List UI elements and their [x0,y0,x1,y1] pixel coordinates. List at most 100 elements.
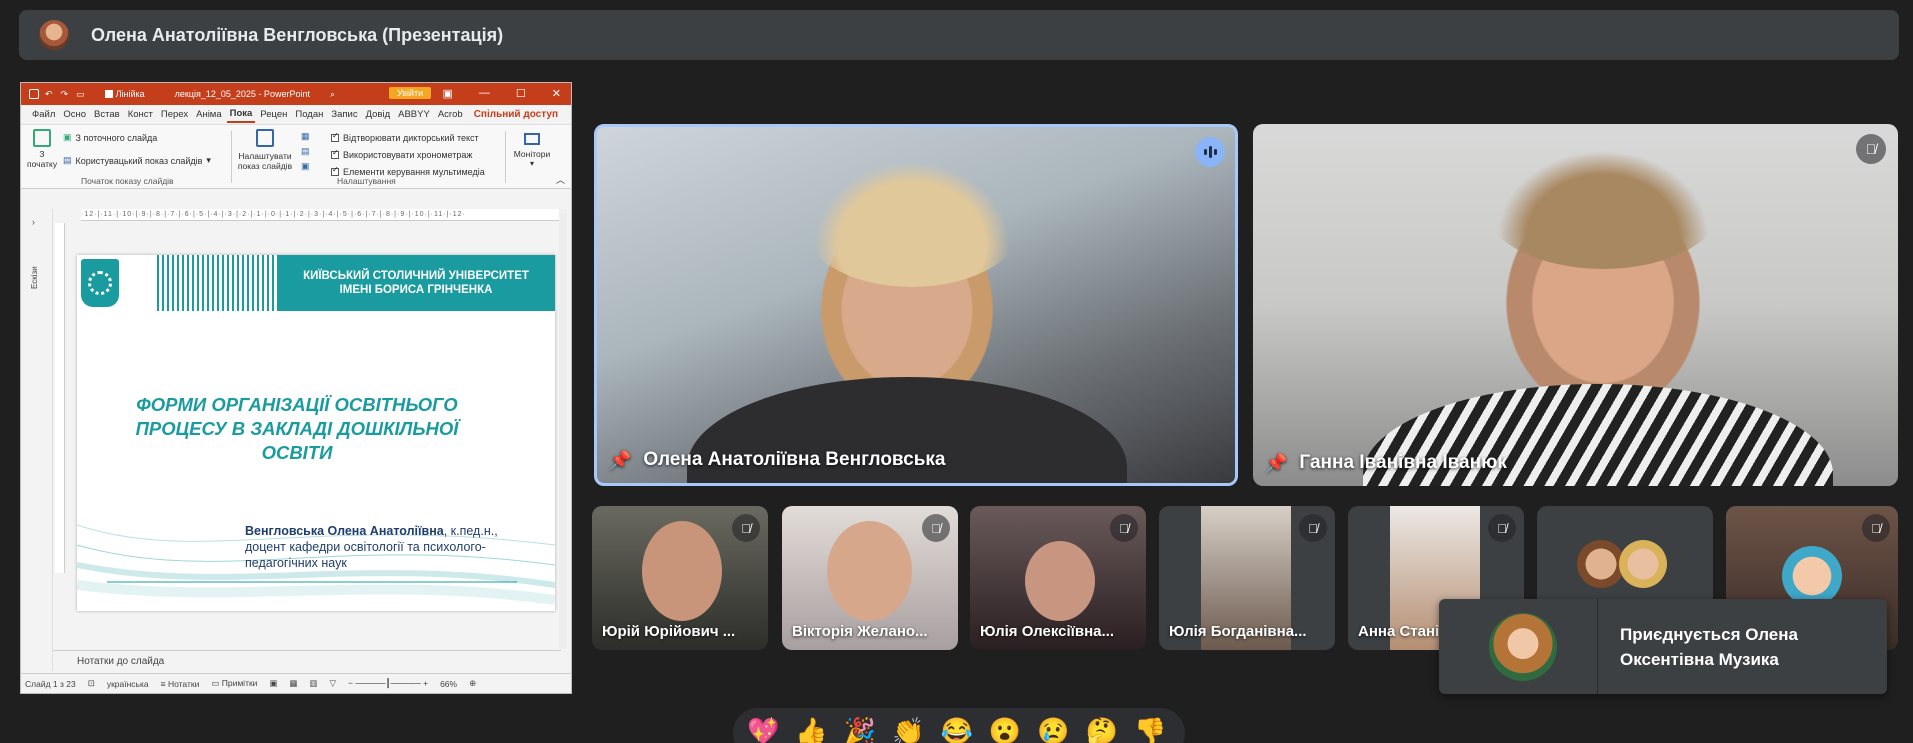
notes-button[interactable]: ≡ Нотатки [161,679,200,689]
save-icon[interactable] [29,89,39,99]
file-name: лекція_12_05_2025 - PowerPoint [174,89,310,99]
ribbon-tab[interactable]: Довід [363,107,394,122]
thumbnails-panel: › Ескізи [21,209,53,671]
setup-group-label: Налаштування [337,176,396,186]
ribbon-tab[interactable]: Запис [328,107,360,122]
ribbon-tab[interactable]: Аніма [193,107,225,122]
from-current-button[interactable]: ▣ З поточного слайда [63,129,211,146]
reactions-bar: 💖 👍 🎉 👏 😂 😮 😢 🤔 👎 [733,708,1185,743]
participant-video [1025,541,1095,621]
zoom-level[interactable]: 66% [440,679,457,689]
reaction-emoji-button[interactable]: 🤔 [1086,716,1118,743]
ribbon-tab[interactable]: Acrob [435,107,466,122]
hair-shape [1483,139,1723,269]
presentation-bar: Олена Анатоліївна Венгловська (Презентац… [19,10,1899,60]
reaction-emoji-button[interactable]: 😢 [1037,716,1069,743]
ribbon-tab[interactable]: Конст [125,107,156,122]
ribbon-display-icon[interactable]: ▣ [443,87,453,100]
custom-show-button[interactable]: ▤ Користувацький показ слайдів ▾ [63,152,211,169]
ribbon-tab[interactable]: Рецен [257,107,290,122]
participant-name: Юлія Богданівна... [1169,623,1307,640]
joining-participant-avatar [1489,612,1557,681]
collapse-ribbon-icon[interactable]: ︿ [556,173,565,186]
presentation-title: Олена Анатоліївна Венгловська (Презентац… [91,24,504,45]
ribbon-tab[interactable]: Осно [60,107,89,122]
monitors-button[interactable]: Монітори ▾ [509,129,555,168]
status-bar: Слайд 1 з 23 ⊡ українська ≡ Нотатки ▭ Пр… [21,673,571,693]
ppt-titlebar: ↶ ↷ ▭ Лінійка лекція_12_05_2025 - PowerP… [21,83,571,105]
horizontal-ruler: ·12·|·11·|·10·|·9·|·8·|·7·|·6·|·5·|·4·|·… [81,209,561,221]
slide-canvas[interactable]: КИЇВСЬКИЙ СТОЛИЧНИЙ УНІВЕРСИТЕТ ІМЕНІ БО… [77,255,555,611]
video-tile-small[interactable]: 🎙̸ Вікторія Желано... [782,506,958,650]
start-group-label: Початок показу слайдів [81,176,174,186]
video-tile-participant[interactable]: 🎙̸ 📌 Ганна Іванівна Іванюк [1253,124,1898,486]
reaction-emoji-button[interactable]: 🎉 [844,716,876,743]
avatar [1619,540,1667,588]
video-tile-main-speaker[interactable]: 📌 Олена Анатоліївна Венгловська [594,124,1238,486]
pin-icon[interactable]: 📌 [1265,453,1287,474]
avatar [1782,546,1842,606]
participant-name: Юлія Олексіївна... [980,623,1115,640]
redo-icon[interactable]: ↷ [61,89,69,100]
vertical-ruler [55,223,65,573]
language-status[interactable]: українська [107,679,149,689]
pin-icon[interactable]: 📌 [609,450,631,471]
slideshow-view-icon[interactable]: ▽ [330,678,337,689]
present-icon[interactable]: ▭ [76,89,85,100]
reaction-emoji-button[interactable]: 👎 [1134,716,1166,743]
normal-view-icon[interactable]: ▣ [269,678,277,689]
slide-number: Слайд 1 з 23 [25,678,76,689]
ribbon-tab[interactable]: Встав [91,107,123,122]
ribbon-tab[interactable]: Подан [292,107,326,122]
ribbon-tab[interactable]: ABBYY [395,107,433,122]
participant-name: 📌 Ганна Іванівна Іванюк [1265,452,1507,474]
mic-off-icon: 🎙̸ [922,514,950,542]
hide-slide-icons[interactable]: ▦ ▤ ▣ [301,129,321,174]
video-tile-small[interactable]: 🎙̸ Юлія Богданівна... [1159,506,1335,650]
university-logo [81,259,119,307]
narration-checkbox[interactable]: Відтворювати дикторський текст [331,129,485,146]
reading-view-icon[interactable]: ▥ [310,678,318,689]
sign-in-button[interactable]: Увійти [389,87,432,99]
search-icon[interactable]: ⌕ [330,89,335,100]
maximize-icon[interactable]: ☐ [516,87,526,100]
mic-off-icon: 🎙̸ [1110,514,1138,542]
setup-show-button[interactable]: Налаштувати показ слайдів [235,129,295,171]
presenter-avatar [39,20,69,50]
reaction-emoji-button[interactable]: 👍 [795,716,827,743]
zoom-slider[interactable]: − ─────┃───── + [348,678,428,689]
expand-thumbnails-icon[interactable]: › [32,217,35,227]
ruler-toggle[interactable]: Лінійка [104,89,145,99]
participant-name: Юрій Юрійович ... [602,623,736,640]
mic-off-icon: 🎙̸ [732,514,760,542]
timings-checkbox[interactable]: Використовувати хронометраж [331,146,485,163]
accessibility-icon[interactable]: ⊡ [88,678,95,689]
comments-button[interactable]: ▭ Примітки [211,678,257,689]
minimize-icon[interactable]: — [479,87,490,100]
video-tile-small[interactable]: 🎙̸ Юлія Олексіївна... [970,506,1146,650]
reaction-emoji-button[interactable]: 😂 [941,716,973,743]
ribbon-tabs: Файл Осно Встав Конст Перех Аніма Пока Рецен Под… [21,105,571,125]
slide-header: КИЇВСЬКИЙ СТОЛИЧНИЙ УНІВЕРСИТЕТ ІМЕНІ БО… [77,255,555,311]
share-button[interactable]: Спільний доступ [471,107,561,122]
video-tile-small[interactable]: 🎙̸ Юрій Юрійович ... [592,506,768,650]
reaction-emoji-button[interactable]: 😮 [989,716,1021,743]
header-stripes [157,255,277,311]
reaction-emoji-button[interactable]: 👏 [892,716,924,743]
close-icon[interactable]: ✕ [552,87,561,100]
ribbon-slideshow: З початку ▣ З поточного слайда ▤ Користува… [21,125,571,189]
participant-name: Вікторія Желано... [792,623,928,640]
slide-notes[interactable]: Нотатки до слайда [53,650,561,672]
mic-off-icon: 🎙̸ [1862,514,1890,542]
fit-icon[interactable]: ⊕ [469,678,476,689]
from-start-button[interactable]: З початку [27,129,57,169]
ribbon-tab[interactable]: Пока [226,106,256,123]
vertical-scrollbar[interactable] [559,209,567,649]
undo-icon[interactable]: ↶ [45,89,53,100]
ribbon-tab[interactable]: Перех [158,107,191,122]
shared-screen-powerpoint: ↶ ↷ ▭ Лінійка лекція_12_05_2025 - PowerP… [20,82,572,694]
sorter-view-icon[interactable]: ▦ [289,678,297,689]
speaking-indicator-icon [1195,137,1225,167]
ribbon-tab[interactable]: Файл [29,107,58,122]
reaction-emoji-button[interactable]: 💖 [747,716,779,743]
